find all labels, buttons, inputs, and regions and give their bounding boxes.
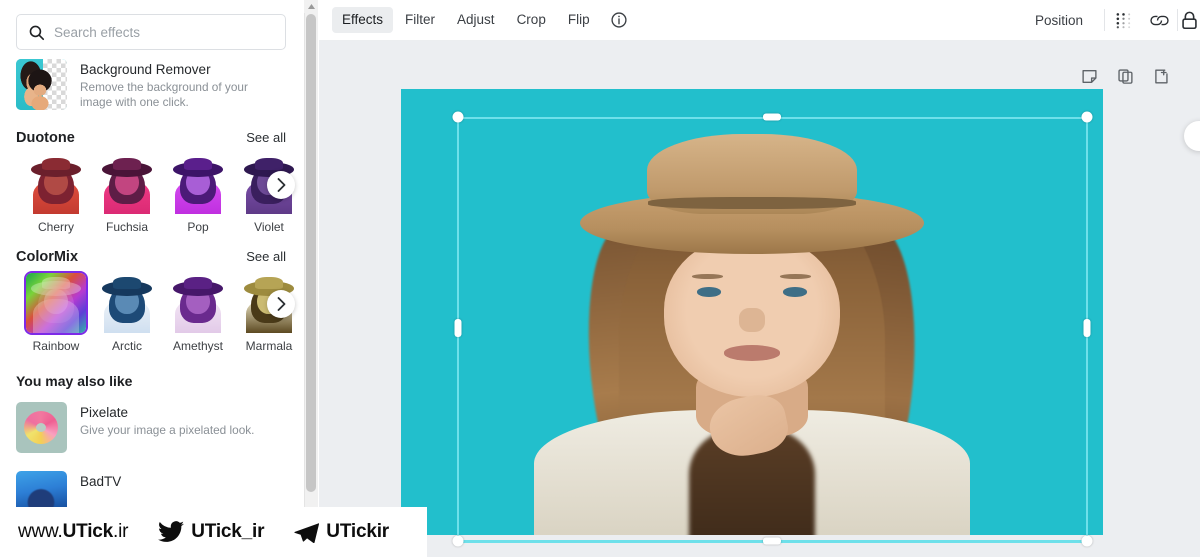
watermark-telegram-handle: UTickir bbox=[326, 521, 389, 542]
watermark-bar: www.UTick.ir UTick_ir UTickir bbox=[0, 507, 427, 557]
tab-flip[interactable]: Flip bbox=[558, 7, 600, 33]
effect-label: Pop bbox=[187, 220, 209, 234]
image-editor-app: Background Remover Remove the background… bbox=[0, 0, 1200, 557]
effect-thumbnail bbox=[97, 154, 157, 214]
comment-icon[interactable] bbox=[1075, 62, 1103, 90]
effect-label: Arctic bbox=[112, 339, 142, 353]
background-remover-title: Background Remover bbox=[80, 62, 211, 77]
portrait-photo bbox=[401, 89, 1103, 535]
also-like-title: You may also like bbox=[16, 373, 133, 389]
pixelate-text: Pixelate Give your image a pixelated loo… bbox=[80, 402, 254, 438]
effect-card-arctic[interactable]: Arctic bbox=[97, 273, 157, 353]
effect-label: Violet bbox=[254, 220, 284, 234]
watermark-site-name: UTick bbox=[62, 521, 114, 542]
watermark-site-prefix: www. bbox=[18, 521, 63, 542]
watermark-site-suffix: .ir bbox=[113, 521, 129, 542]
badtv-title: BadTV bbox=[80, 474, 122, 489]
background-remover-thumbnail bbox=[16, 59, 67, 110]
sidebar-scroll-up-button[interactable] bbox=[304, 0, 318, 13]
effect-label: Amethyst bbox=[172, 339, 223, 353]
transparency-icon[interactable] bbox=[1105, 2, 1141, 38]
effect-card-rainbow[interactable]: Rainbow bbox=[26, 273, 86, 353]
pixelate-title: Pixelate bbox=[80, 405, 129, 420]
see-all-colormix[interactable]: See all bbox=[246, 249, 286, 264]
background-remover-text: Background Remover Remove the background… bbox=[80, 59, 276, 110]
effect-thumbnail bbox=[168, 273, 228, 333]
editor-toolbar: Effects Filter Adjust Crop Flip Position bbox=[319, 0, 1200, 41]
watermark-telegram: UTickir bbox=[294, 521, 389, 543]
colormix-carousel: Rainbow Arctic Amethyst Marmala bbox=[0, 273, 302, 357]
background-remover-item[interactable]: Background Remover Remove the background… bbox=[0, 50, 302, 119]
link-icon[interactable] bbox=[1141, 2, 1177, 38]
watermark-website: www.UTick.ir bbox=[18, 521, 128, 543]
effect-card-amethyst[interactable]: Amethyst bbox=[168, 273, 228, 353]
also-like-item-pixelate[interactable]: Pixelate Give your image a pixelated loo… bbox=[0, 393, 302, 462]
search-section bbox=[0, 0, 302, 50]
effect-card-cherry[interactable]: Cherry bbox=[26, 154, 86, 234]
sidebar-left-edge bbox=[0, 0, 4, 557]
effect-label: Rainbow bbox=[32, 339, 80, 353]
chevron-right-icon bbox=[277, 178, 285, 192]
colormix-next-button[interactable] bbox=[267, 290, 295, 318]
pixelate-description: Give your image a pixelated look. bbox=[80, 423, 255, 437]
duplicate-icon[interactable] bbox=[1111, 62, 1139, 90]
section-header-colormix: ColorMix See all bbox=[0, 238, 302, 273]
effect-label: Fuchsia bbox=[105, 220, 149, 234]
watermark-twitter: UTick_ir bbox=[158, 521, 264, 543]
effect-thumbnail bbox=[97, 273, 157, 333]
badtv-text: BadTV bbox=[80, 471, 121, 490]
tab-adjust[interactable]: Adjust bbox=[447, 7, 505, 33]
share-icon[interactable] bbox=[1147, 62, 1175, 90]
sidebar-scrollbar-thumb[interactable] bbox=[306, 14, 316, 492]
effects-sidebar: Background Remover Remove the background… bbox=[0, 0, 302, 557]
object-floating-toolbar bbox=[1075, 62, 1175, 90]
background-remover-description: Remove the background of your image with… bbox=[80, 80, 248, 109]
twitter-icon bbox=[158, 521, 185, 543]
effect-label: Marmala bbox=[245, 339, 293, 353]
effect-thumbnail bbox=[26, 273, 86, 333]
info-icon[interactable] bbox=[610, 11, 628, 29]
see-all-duotone[interactable]: See all bbox=[246, 130, 286, 145]
search-input[interactable] bbox=[54, 24, 274, 40]
section-title-colormix: ColorMix bbox=[16, 249, 79, 265]
tab-effects[interactable]: Effects bbox=[332, 7, 394, 33]
duotone-next-button[interactable] bbox=[267, 171, 295, 199]
canvas-image[interactable] bbox=[401, 89, 1103, 535]
position-button[interactable]: Position bbox=[1024, 8, 1094, 33]
lock-icon[interactable] bbox=[1178, 2, 1200, 38]
tool-tabs: Effects Filter Adjust Crop Flip bbox=[319, 7, 628, 33]
tab-filter[interactable]: Filter bbox=[395, 7, 445, 33]
canvas-workspace[interactable] bbox=[319, 41, 1200, 557]
watermark-twitter-handle: UTick_ir bbox=[191, 521, 265, 542]
toolbar-right-group: Position bbox=[1024, 0, 1200, 40]
duotone-carousel: Cherry Fuchsia Pop Violet bbox=[0, 154, 302, 238]
search-box[interactable] bbox=[16, 14, 286, 50]
effect-card-fuchsia[interactable]: Fuchsia bbox=[97, 154, 157, 234]
side-round-button[interactable] bbox=[1184, 121, 1200, 151]
pixelate-thumbnail bbox=[16, 402, 67, 453]
transparency-icon-glyph bbox=[1116, 12, 1130, 28]
effect-thumbnail bbox=[168, 154, 228, 214]
search-icon bbox=[28, 24, 45, 41]
section-header-duotone: Duotone See all bbox=[0, 119, 302, 154]
effect-card-pop[interactable]: Pop bbox=[168, 154, 228, 234]
telegram-icon bbox=[294, 522, 320, 543]
section-title-duotone: Duotone bbox=[16, 130, 75, 146]
effect-thumbnail bbox=[26, 154, 86, 214]
tab-crop[interactable]: Crop bbox=[507, 7, 556, 33]
effect-label: Cherry bbox=[37, 220, 74, 234]
chevron-right-icon bbox=[277, 297, 285, 311]
chevron-up-icon bbox=[307, 4, 315, 9]
